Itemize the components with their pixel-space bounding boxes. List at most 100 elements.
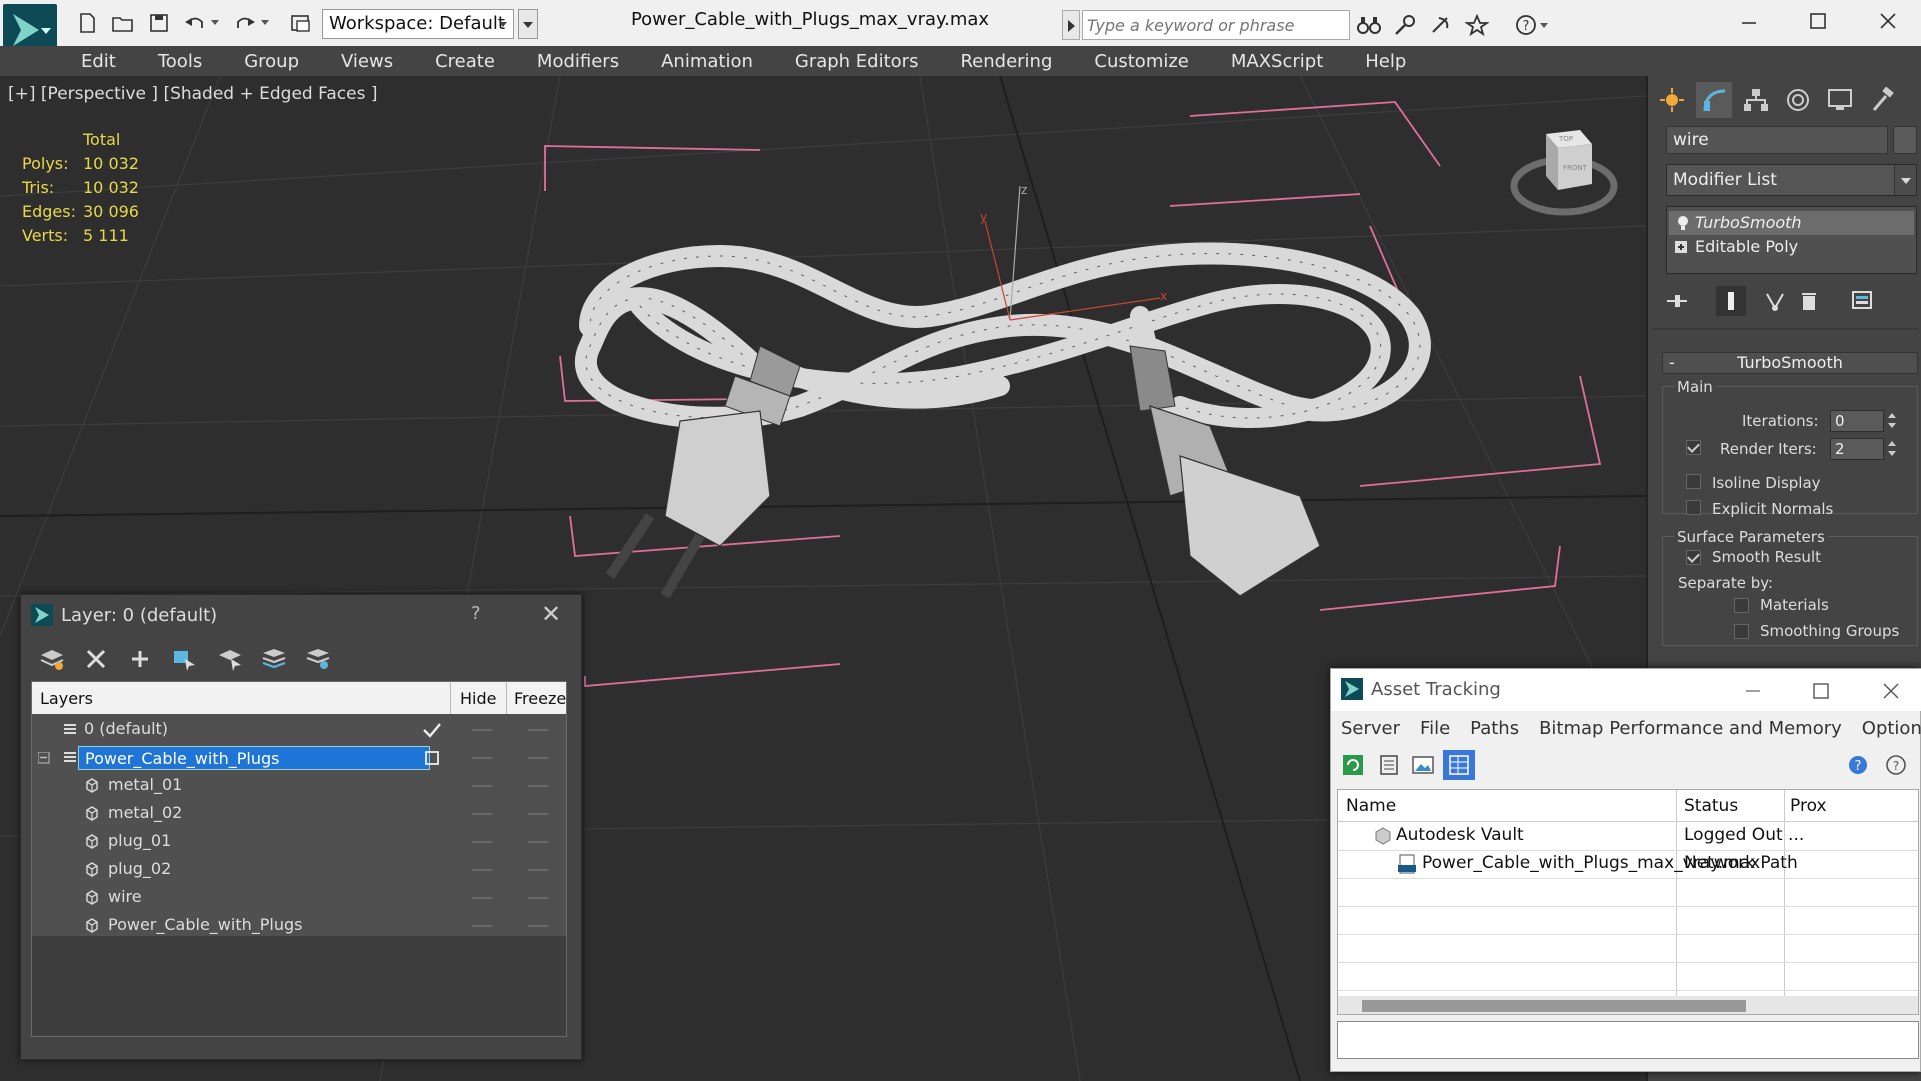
iterations-spinner-arrows[interactable] bbox=[1886, 410, 1898, 432]
hide-toggle[interactable] bbox=[472, 757, 492, 759]
active-layer-check-icon[interactable] bbox=[422, 721, 442, 739]
layer-row-plug-02[interactable]: plug_02 bbox=[32, 856, 566, 884]
menu-options[interactable]: Options bbox=[1852, 718, 1921, 739]
show-end-result-button[interactable] bbox=[1716, 286, 1746, 316]
refresh-button[interactable] bbox=[1339, 751, 1367, 779]
menu-create[interactable]: Create bbox=[412, 51, 514, 72]
key-search-button[interactable] bbox=[1392, 12, 1418, 38]
menu-views[interactable]: Views bbox=[318, 51, 412, 72]
column-status[interactable]: Status bbox=[1684, 796, 1738, 816]
menu-graph-editors[interactable]: Graph Editors bbox=[772, 51, 938, 72]
scrollbar-thumb[interactable] bbox=[1362, 1000, 1746, 1012]
object-color-swatch[interactable] bbox=[1893, 126, 1917, 154]
search-expand-button[interactable] bbox=[1062, 10, 1080, 40]
redo-dropdown[interactable] bbox=[258, 10, 272, 36]
undo-dropdown[interactable] bbox=[208, 10, 222, 36]
layer-row-power-cable[interactable]: Power_Cable_with_Plugs bbox=[32, 744, 566, 772]
render-iters-checkbox[interactable] bbox=[1686, 440, 1701, 455]
help-icon[interactable]: ? bbox=[471, 603, 481, 624]
maximize-icon[interactable] bbox=[1811, 681, 1831, 701]
freeze-all-layers-button[interactable] bbox=[301, 641, 335, 677]
layer-row-power-cable-object[interactable]: Power_Cable_with_Plugs bbox=[32, 912, 566, 940]
tab-hierarchy[interactable] bbox=[1738, 82, 1774, 118]
iterations-spinner[interactable]: 0 bbox=[1830, 410, 1884, 432]
minimize-button[interactable] bbox=[1724, 6, 1774, 36]
freeze-toggle[interactable] bbox=[528, 785, 548, 787]
menu-paths[interactable]: Paths bbox=[1460, 718, 1529, 739]
binoculars-button[interactable] bbox=[1356, 12, 1382, 38]
undo-button[interactable] bbox=[182, 10, 208, 36]
highlight-selected-layer-button[interactable] bbox=[213, 641, 247, 677]
hide-toggle[interactable] bbox=[472, 869, 492, 871]
add-to-layer-button[interactable] bbox=[123, 641, 157, 677]
menu-file[interactable]: File bbox=[1410, 718, 1460, 739]
turbosmooth-rollout-header[interactable]: - TurboSmooth bbox=[1662, 352, 1918, 374]
new-file-button[interactable] bbox=[74, 10, 100, 36]
redo-button[interactable] bbox=[232, 10, 258, 36]
menu-help[interactable]: Help bbox=[1342, 51, 1425, 72]
remove-modifier-button[interactable] bbox=[1794, 286, 1824, 316]
close-icon[interactable]: ✕ bbox=[541, 600, 561, 628]
new-layer-button[interactable] bbox=[35, 641, 69, 677]
freeze-toggle[interactable] bbox=[528, 813, 548, 815]
communication-center-button[interactable] bbox=[1428, 12, 1454, 38]
modifier-list-dropdown[interactable]: Modifier List bbox=[1666, 164, 1917, 196]
pin-stack-button[interactable] bbox=[1662, 286, 1692, 316]
maximize-button[interactable] bbox=[1793, 6, 1843, 36]
stack-item-editable-poly[interactable]: Editable Poly bbox=[1669, 235, 1914, 259]
menu-customize[interactable]: Customize bbox=[1071, 51, 1207, 72]
asset-table-scrollbar[interactable] bbox=[1338, 996, 1918, 1014]
viewport-label[interactable]: [+] [Perspective ] [Shaded + Edged Faces… bbox=[8, 84, 377, 104]
thumbnail-view-button[interactable] bbox=[1409, 751, 1437, 779]
isoline-display-checkbox[interactable] bbox=[1686, 474, 1701, 489]
hide-all-layers-button[interactable] bbox=[257, 641, 291, 677]
close-button[interactable] bbox=[1863, 6, 1913, 36]
menu-group[interactable]: Group bbox=[221, 51, 318, 72]
layer-row-plug-01[interactable]: plug_01 bbox=[32, 828, 566, 856]
layer-row-wire[interactable]: wire bbox=[32, 884, 566, 912]
hide-toggle[interactable] bbox=[472, 813, 492, 815]
viewcube[interactable]: TOP FRONT bbox=[1508, 124, 1620, 224]
hide-toggle[interactable] bbox=[472, 785, 492, 787]
render-iters-spinner-arrows[interactable] bbox=[1886, 438, 1898, 460]
render-iters-spinner[interactable]: 2 bbox=[1830, 438, 1884, 460]
object-name-field[interactable]: wire bbox=[1666, 126, 1888, 154]
menu-animation[interactable]: Animation bbox=[638, 51, 772, 72]
close-icon[interactable] bbox=[1881, 681, 1901, 701]
asset-tracking-titlebar[interactable]: Asset Tracking bbox=[1331, 669, 1921, 711]
column-proxy[interactable]: Prox bbox=[1790, 796, 1827, 816]
smooth-result-checkbox[interactable] bbox=[1686, 550, 1701, 565]
asset-row-vault[interactable]: Autodesk Vault Logged Out ... bbox=[1338, 822, 1918, 850]
hide-toggle[interactable] bbox=[472, 729, 492, 731]
layer-dialog-titlebar[interactable]: Layer: 0 (default) ? ✕ bbox=[21, 595, 581, 637]
minimize-icon[interactable] bbox=[1743, 681, 1763, 701]
menu-tools[interactable]: Tools bbox=[135, 51, 221, 72]
menu-maxscript[interactable]: MAXScript bbox=[1208, 51, 1342, 72]
hide-toggle[interactable] bbox=[472, 925, 492, 927]
tab-create[interactable] bbox=[1654, 82, 1690, 118]
make-active-box-icon[interactable] bbox=[424, 750, 440, 766]
freeze-toggle[interactable] bbox=[528, 925, 548, 927]
stack-item-turbosmooth[interactable]: TurboSmooth bbox=[1669, 211, 1914, 235]
menu-modifiers[interactable]: Modifiers bbox=[514, 51, 638, 72]
save-button[interactable] bbox=[146, 10, 172, 36]
tab-modify[interactable] bbox=[1696, 82, 1732, 118]
freeze-toggle[interactable] bbox=[528, 757, 548, 759]
hide-toggle[interactable] bbox=[472, 897, 492, 899]
freeze-toggle[interactable] bbox=[528, 869, 548, 871]
menu-edit[interactable]: Edit bbox=[58, 51, 135, 72]
tab-motion[interactable] bbox=[1780, 82, 1816, 118]
project-folder-button[interactable] bbox=[288, 10, 314, 36]
help-search-button[interactable]: ? bbox=[1845, 751, 1873, 779]
make-unique-button[interactable] bbox=[1760, 286, 1790, 316]
layer-row-default[interactable]: 0 (default) bbox=[32, 716, 566, 744]
tab-display[interactable] bbox=[1822, 82, 1858, 118]
hide-toggle[interactable] bbox=[472, 841, 492, 843]
materials-checkbox[interactable] bbox=[1734, 598, 1749, 613]
menu-bitmap-performance[interactable]: Bitmap Performance and Memory bbox=[1529, 718, 1852, 739]
tab-utilities[interactable] bbox=[1864, 82, 1900, 118]
list-view-button[interactable] bbox=[1375, 751, 1403, 779]
menu-server[interactable]: Server bbox=[1331, 718, 1410, 739]
column-layers[interactable]: Layers bbox=[40, 689, 93, 708]
configure-modifier-sets-button[interactable] bbox=[1848, 286, 1878, 316]
